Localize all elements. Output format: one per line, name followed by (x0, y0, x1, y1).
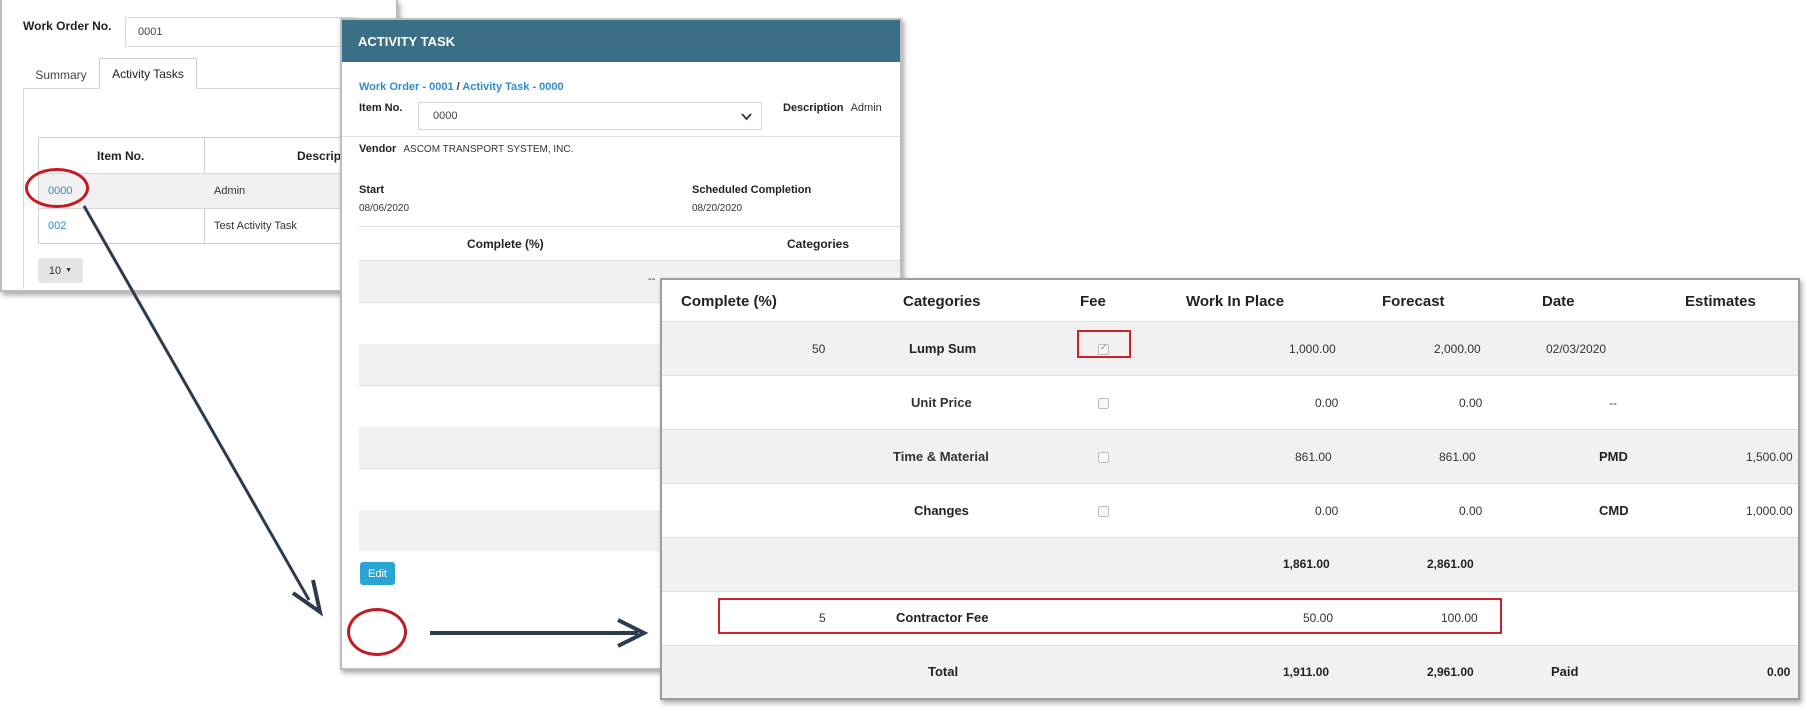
arrow-line (82, 205, 311, 601)
annotation-arrows (82, 205, 649, 648)
